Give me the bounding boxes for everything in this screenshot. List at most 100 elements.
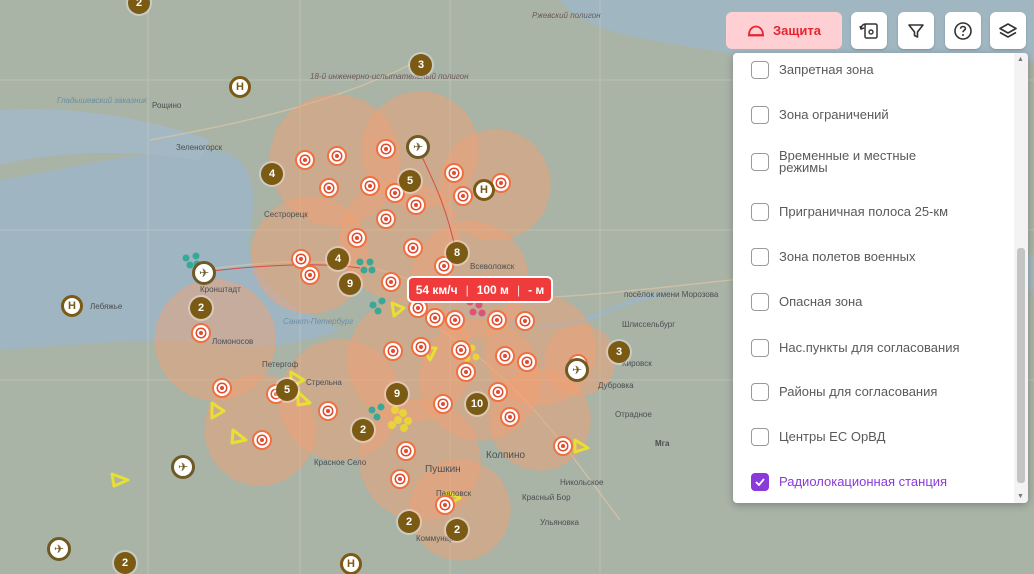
cluster-count[interactable]: 4 — [261, 163, 283, 185]
place-label: Колпино — [486, 450, 526, 461]
radar-icon[interactable] — [553, 436, 573, 456]
radar-icon[interactable] — [406, 195, 426, 215]
radar-icon[interactable] — [451, 340, 471, 360]
radar-icon[interactable] — [411, 337, 431, 357]
place-label: Кронштадт — [200, 285, 241, 294]
layers-panel[interactable]: Запретная зона Зона ограничений Временны… — [733, 53, 1028, 503]
checkbox[interactable] — [751, 61, 769, 79]
checkbox[interactable] — [751, 106, 769, 124]
cluster-count[interactable]: 5 — [276, 379, 298, 401]
help-button[interactable] — [945, 12, 981, 49]
cluster-count[interactable]: 2 — [398, 511, 420, 533]
radar-icon[interactable] — [381, 272, 401, 292]
radar-icon[interactable] — [517, 352, 537, 372]
cluster-count[interactable]: 9 — [339, 273, 361, 295]
layer-toggle[interactable]: Центры ЕС ОрВД — [751, 428, 885, 446]
layer-toggle[interactable]: Зона ограничений — [751, 106, 889, 124]
cluster-count[interactable]: 2 — [446, 519, 468, 541]
radar-icon[interactable] — [295, 150, 315, 170]
checkbox[interactable] — [751, 248, 769, 266]
radar-icon[interactable] — [495, 346, 515, 366]
scroll-down-icon[interactable]: ▼ — [1017, 493, 1024, 500]
cluster-count[interactable]: 2 — [190, 297, 212, 319]
checkbox[interactable] — [751, 203, 769, 221]
layer-toggle[interactable]: Приграничная полоса 25-км — [751, 203, 948, 221]
cluster-count[interactable]: 9 — [386, 383, 408, 405]
protect-button[interactable]: Защита — [726, 12, 842, 49]
layer-toggle[interactable]: Нас.пункты для согласования — [751, 339, 960, 357]
radar-icon[interactable] — [390, 469, 410, 489]
radar-icon[interactable] — [347, 228, 367, 248]
radar-icon[interactable] — [360, 176, 380, 196]
layer-toggle[interactable]: Временные и местные режимы — [751, 149, 949, 174]
radar-icon[interactable] — [444, 163, 464, 183]
radar-icon[interactable] — [383, 341, 403, 361]
drone-info-tooltip: 54 км/ч | 100 м | - м — [407, 276, 553, 303]
cluster-count[interactable]: 4 — [327, 248, 349, 270]
checkbox[interactable] — [751, 428, 769, 446]
radar-icon[interactable] — [376, 139, 396, 159]
checkbox[interactable] — [751, 153, 769, 171]
radar-icon[interactable] — [252, 430, 272, 450]
radar-icon[interactable] — [318, 401, 338, 421]
radar-icon[interactable] — [212, 378, 232, 398]
layer-toggle[interactable]: Запретная зона — [751, 61, 874, 79]
layer-label: Центры ЕС ОрВД — [779, 429, 886, 444]
layer-toggle[interactable]: Зона полетов военных — [751, 248, 915, 266]
radar-icon[interactable] — [433, 394, 453, 414]
radar-icon[interactable] — [487, 310, 507, 330]
layer-label: Радиолокационная станция — [779, 474, 948, 489]
cluster-count[interactable]: 2 — [114, 552, 136, 574]
radar-icon[interactable] — [376, 209, 396, 229]
scroll-up-icon[interactable]: ▲ — [1017, 56, 1024, 63]
layer-label: Районы для согласования — [779, 384, 938, 399]
radar-icon[interactable] — [191, 323, 211, 343]
airport-icon[interactable]: ✈ — [406, 135, 430, 159]
radar-icon[interactable] — [488, 382, 508, 402]
radar-icon[interactable] — [403, 238, 423, 258]
radar-icon[interactable] — [456, 362, 476, 382]
radar-icon[interactable] — [327, 146, 347, 166]
place-label: Рощино — [152, 101, 182, 110]
helipad-icon[interactable]: H — [340, 553, 362, 574]
radar-icon[interactable] — [435, 495, 455, 515]
scrollbar-thumb[interactable] — [1017, 248, 1025, 483]
layers-button[interactable] — [990, 12, 1026, 49]
radar-icon[interactable] — [425, 308, 445, 328]
history-button[interactable] — [851, 12, 887, 49]
cluster-count[interactable]: 3 — [410, 54, 432, 76]
radar-icon[interactable] — [453, 186, 473, 206]
place-label: Лебяжье — [90, 302, 123, 311]
cluster-count[interactable]: 2 — [352, 419, 374, 441]
radar-icon[interactable] — [396, 441, 416, 461]
radar-icon[interactable] — [515, 311, 535, 331]
cluster-count[interactable]: 5 — [399, 170, 421, 192]
layer-toggle[interactable]: Опасная зона — [751, 293, 862, 311]
airport-icon[interactable]: ✈ — [47, 537, 71, 561]
helipad-icon[interactable]: H — [61, 295, 83, 317]
cluster-count[interactable]: 10 — [466, 393, 488, 415]
scrollbar[interactable]: ▲ ▼ — [1014, 53, 1028, 503]
layer-label: Запретная зона — [779, 62, 874, 77]
checkbox[interactable] — [751, 383, 769, 401]
radar-icon[interactable] — [319, 178, 339, 198]
cluster-count[interactable]: 8 — [446, 242, 468, 264]
helipad-icon[interactable]: H — [473, 179, 495, 201]
helipad-icon[interactable]: H — [229, 76, 251, 98]
radar-icon[interactable] — [300, 265, 320, 285]
radar-icon[interactable] — [500, 407, 520, 427]
airport-icon[interactable]: ✈ — [171, 455, 195, 479]
dome-icon — [748, 25, 765, 36]
layer-toggle[interactable]: Радиолокационная станция — [751, 473, 947, 491]
airport-icon[interactable]: ✈ — [565, 358, 589, 382]
radar-icon[interactable] — [445, 310, 465, 330]
checkbox[interactable] — [751, 339, 769, 357]
check-icon — [755, 478, 765, 486]
airport-icon[interactable]: ✈ — [192, 261, 216, 285]
cluster-count[interactable]: 3 — [608, 341, 630, 363]
filter-button[interactable] — [898, 12, 934, 49]
layer-toggle[interactable]: Районы для согласования — [751, 383, 937, 401]
speed-value: 54 км/ч — [415, 282, 458, 297]
checkbox[interactable] — [751, 293, 769, 311]
checkbox-checked[interactable] — [751, 473, 769, 491]
